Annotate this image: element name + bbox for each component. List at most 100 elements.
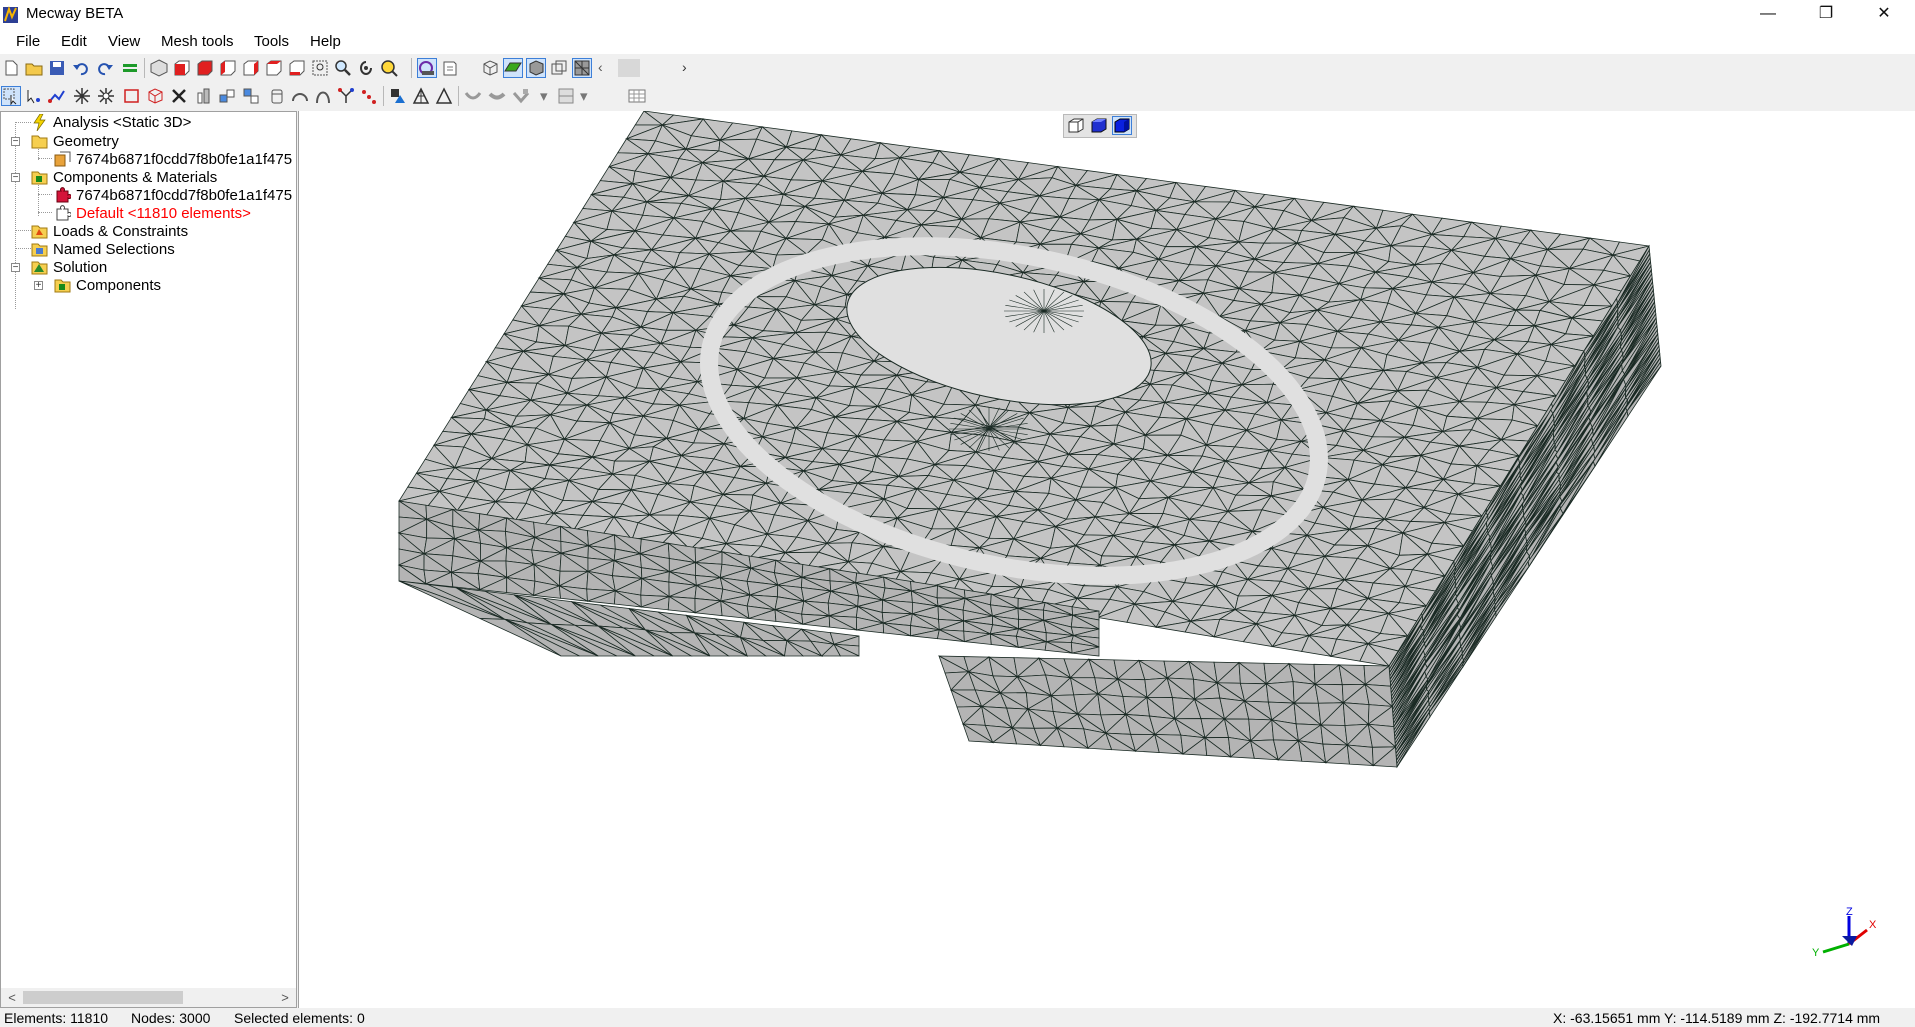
- tree-item-geometry[interactable]: Geometry: [31, 131, 119, 151]
- expander-components[interactable]: −: [11, 173, 20, 183]
- select-radial-icon[interactable]: [97, 87, 115, 105]
- select-path-icon[interactable]: [48, 87, 66, 105]
- title-bar: Mecway BETA — ❐ ✕: [0, 0, 1915, 28]
- minimize-button[interactable]: —: [1739, 0, 1797, 28]
- view-back-icon[interactable]: [196, 59, 214, 77]
- view-bottom-icon[interactable]: [288, 59, 306, 77]
- tree-connector: [38, 158, 52, 159]
- view-top-icon[interactable]: [265, 59, 283, 77]
- view-right-icon[interactable]: [242, 59, 260, 77]
- tree-item-named-selections[interactable]: Named Selections: [31, 239, 175, 259]
- menu-mesh-tools[interactable]: Mesh tools: [161, 33, 234, 50]
- mecway-app-icon: [3, 5, 18, 23]
- bend-icon[interactable]: [488, 87, 506, 105]
- select-box-icon[interactable]: [123, 87, 141, 105]
- mesh-move-icon[interactable]: [557, 87, 575, 105]
- scroll-right-icon[interactable]: ›: [682, 59, 700, 77]
- axis-y-line: [1822, 942, 1850, 954]
- tree-item-components-materials[interactable]: Components & Materials: [31, 167, 217, 187]
- display-mode-icon[interactable]: [441, 59, 459, 77]
- mesh-quad-icon[interactable]: [435, 87, 453, 105]
- new-file-icon[interactable]: [2, 59, 20, 77]
- shaded-solid-icon[interactable]: [526, 58, 546, 78]
- merge-icon[interactable]: [242, 87, 260, 105]
- expander-solution-components[interactable]: +: [34, 281, 43, 291]
- menu-help[interactable]: Help: [310, 33, 341, 50]
- tree-label-components-materials: Components & Materials: [53, 168, 218, 186]
- node-tool-icon[interactable]: [360, 87, 378, 105]
- scrollbar-thumb[interactable]: [23, 991, 183, 1004]
- wireframe-icon[interactable]: [481, 59, 499, 77]
- expander-solution[interactable]: −: [11, 263, 20, 273]
- view-front-icon[interactable]: [173, 59, 191, 77]
- menu-edit[interactable]: Edit: [61, 33, 87, 50]
- dropdown-icon[interactable]: ▾: [580, 87, 598, 105]
- 3d-viewport[interactable]: Z Y X: [298, 111, 1915, 1008]
- components-folder-icon: [54, 277, 71, 294]
- tree-item-solution-components[interactable]: Components: [54, 275, 161, 295]
- tree-item-default-material[interactable]: Default <11810 elements>: [54, 203, 251, 223]
- save-icon[interactable]: [48, 59, 66, 77]
- mesh-tri-icon[interactable]: [412, 87, 430, 105]
- tree-item-solution[interactable]: Solution: [31, 257, 107, 277]
- toolbar-separator: [458, 86, 459, 106]
- axis-y-label: Y: [1812, 947, 1820, 959]
- restore-button[interactable]: ❐: [1797, 0, 1855, 28]
- equals-icon[interactable]: [121, 59, 139, 77]
- axis-x-label: X: [1869, 919, 1877, 931]
- revolve-icon[interactable]: [291, 87, 309, 105]
- grid-icon[interactable]: [628, 87, 646, 105]
- refine-icon[interactable]: [218, 87, 236, 105]
- hidden-line-icon[interactable]: [550, 59, 568, 77]
- select-spread-icon[interactable]: [73, 87, 91, 105]
- smooth-icon[interactable]: [464, 87, 482, 105]
- zoom-icon[interactable]: [334, 59, 352, 77]
- undo-icon[interactable]: [72, 59, 90, 77]
- tree-item-analysis[interactable]: Analysis <Static 3D>: [31, 112, 191, 132]
- scroll-left-arrow[interactable]: <: [3, 988, 21, 1007]
- view-iso-icon[interactable]: [150, 59, 168, 77]
- tree-label-named-selections: Named Selections: [53, 240, 175, 258]
- rotate-icon[interactable]: [357, 59, 375, 77]
- open-folder-icon[interactable]: [25, 59, 43, 77]
- zoom-fit-icon[interactable]: [380, 59, 398, 77]
- tree-label-geometry: Geometry: [53, 132, 119, 150]
- expander-geometry[interactable]: −: [11, 137, 20, 147]
- arc-icon[interactable]: [314, 87, 332, 105]
- view-left-icon[interactable]: [219, 59, 237, 77]
- solution-folder-icon: [31, 259, 48, 276]
- select-pointer-icon[interactable]: [1, 86, 21, 106]
- split-icon[interactable]: [337, 87, 355, 105]
- loads-folder-icon: [31, 223, 48, 240]
- select-node-icon[interactable]: [25, 87, 43, 105]
- select-element-icon[interactable]: [146, 87, 164, 105]
- tree-item-component[interactable]: 7674b6871f0cdd7f8b0fe1a1f475: [54, 185, 292, 205]
- menu-tools[interactable]: Tools: [254, 33, 289, 50]
- mirror-icon[interactable]: [512, 87, 530, 105]
- redo-icon[interactable]: [96, 59, 114, 77]
- tree-label-solution: Solution: [53, 258, 108, 276]
- menu-file[interactable]: File: [16, 33, 40, 50]
- material-icon[interactable]: [389, 87, 407, 105]
- mesh-display-icon[interactable]: [572, 58, 592, 78]
- shaded-icon[interactable]: [503, 58, 523, 78]
- close-button[interactable]: ✕: [1855, 0, 1913, 28]
- zoom-box-icon[interactable]: [311, 59, 329, 77]
- tree-horizontal-scrollbar[interactable]: < >: [1, 988, 296, 1007]
- tree-item-loads-constraints[interactable]: Loads & Constraints: [31, 221, 188, 241]
- tree-label-default-material: Default <11810 elements>: [76, 204, 251, 222]
- selections-folder-icon: [31, 241, 48, 258]
- sweep-icon[interactable]: [268, 87, 286, 105]
- axis-triad: Z Y X: [1812, 906, 1877, 959]
- scroll-left-icon[interactable]: ‹: [598, 59, 616, 77]
- scroll-right-arrow[interactable]: >: [276, 988, 294, 1007]
- tree-label-loads-constraints: Loads & Constraints: [53, 222, 189, 240]
- tree-item-geometry-file[interactable]: 7674b6871f0cdd7f8b0fe1a1f475: [54, 149, 292, 169]
- mesh-model[interactable]: [299, 111, 1915, 1008]
- extrude-icon[interactable]: [194, 87, 212, 105]
- delete-icon[interactable]: [170, 87, 188, 105]
- lightning-icon: [31, 113, 48, 131]
- menu-view[interactable]: View: [108, 33, 140, 50]
- render-mode-icon[interactable]: [417, 58, 437, 78]
- dropdown-icon[interactable]: ▾: [540, 87, 558, 105]
